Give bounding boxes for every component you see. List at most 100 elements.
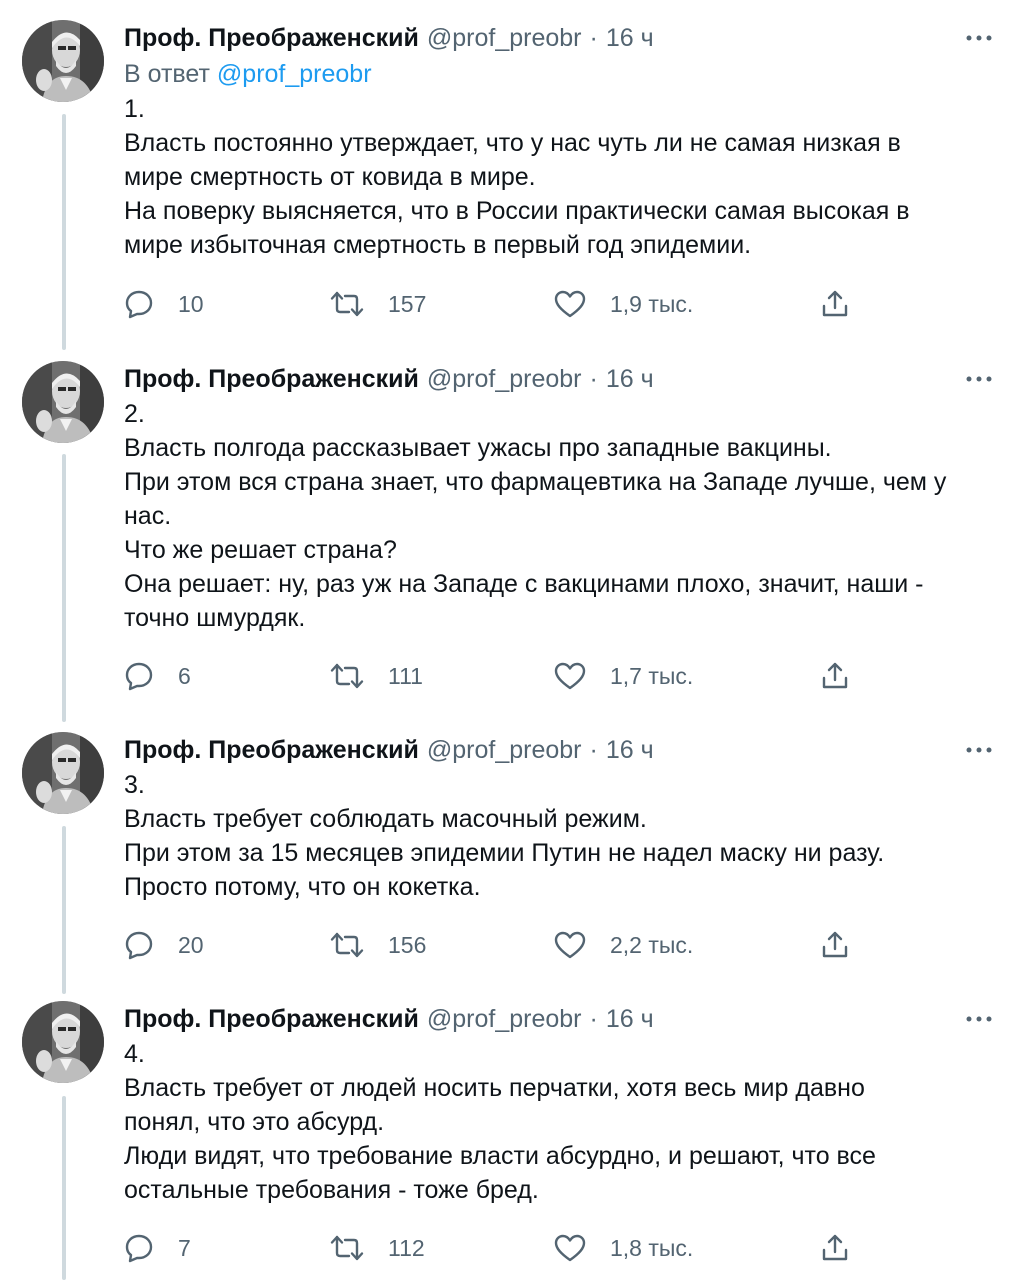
retweet-count: 111 <box>388 662 423 689</box>
share-button[interactable] <box>820 656 850 696</box>
avatar-photo <box>22 1001 104 1083</box>
retweet-button[interactable]: 156 <box>330 925 426 965</box>
author-handle[interactable]: @prof_preobr <box>427 1005 582 1034</box>
retweet-count: 157 <box>388 290 427 317</box>
reply-count: 20 <box>178 931 204 958</box>
more-icon[interactable] <box>958 1007 994 1031</box>
timestamp[interactable]: 16 ч <box>606 24 654 53</box>
thread-line <box>62 1096 66 1280</box>
thread-line <box>62 114 66 350</box>
retweet-button[interactable]: 157 <box>330 284 426 324</box>
like-button[interactable]: 1,8 тыс. <box>554 1228 693 1268</box>
timestamp[interactable]: 16 ч <box>606 365 654 394</box>
retweet-button[interactable]: 112 <box>330 1228 425 1268</box>
reply-mention[interactable]: @prof_preobr <box>217 60 372 88</box>
like-count: 1,8 тыс. <box>610 1234 694 1261</box>
avatar[interactable] <box>22 732 104 814</box>
like-button[interactable]: 1,9 тыс. <box>554 284 693 324</box>
tweet-header: Проф. Преображенский @prof_preobr · 16 ч <box>124 361 994 397</box>
author-name[interactable]: Проф. Преображенский <box>124 24 419 53</box>
like-count: 2,2 тыс. <box>610 931 694 958</box>
separator: · <box>589 1004 598 1033</box>
timestamp[interactable]: 16 ч <box>606 736 654 765</box>
retweet-icon <box>330 290 364 318</box>
retweet-button[interactable]: 111 <box>330 656 423 696</box>
reply-button[interactable]: 10 <box>124 284 204 324</box>
reply-button[interactable]: 20 <box>124 925 204 965</box>
tweet-line: 1. <box>124 95 145 123</box>
share-icon <box>820 1233 850 1263</box>
tweet-line: Она решает: ну, раз уж на Западе с вакци… <box>124 570 924 632</box>
like-button[interactable]: 1,7 тыс. <box>554 656 693 696</box>
avatar[interactable] <box>22 1001 104 1083</box>
more-icon[interactable] <box>958 367 994 391</box>
tweet-thread: Проф. Преображенский @prof_preobr · 16 ч… <box>0 0 1014 1280</box>
retweet-icon <box>330 931 364 959</box>
like-icon <box>554 931 586 959</box>
more-icon[interactable] <box>958 738 994 762</box>
tweet-content: Проф. Преображенский @prof_preobr · 16 ч… <box>124 732 994 904</box>
tweet-line: 2. <box>124 400 145 428</box>
tweet-line: Люди видят, что требование власти абсурд… <box>124 1142 876 1204</box>
tweet-content: Проф. Преображенский @prof_preobr · 16 ч… <box>124 20 994 262</box>
tweet-line: При этом вся страна знает, что фармацевт… <box>124 468 947 530</box>
timestamp[interactable]: 16 ч <box>606 1005 654 1034</box>
reply-button[interactable]: 7 <box>124 1228 191 1268</box>
reply-button[interactable]: 6 <box>124 656 191 696</box>
avatar[interactable] <box>22 20 104 102</box>
like-icon <box>554 662 586 690</box>
reply-count: 6 <box>178 662 191 689</box>
separator: · <box>589 23 598 52</box>
reply-count: 7 <box>178 1234 191 1261</box>
like-button[interactable]: 2,2 тыс. <box>554 925 693 965</box>
thread-line <box>62 454 66 722</box>
share-button[interactable] <box>820 1228 850 1268</box>
share-icon <box>820 930 850 960</box>
reply-icon <box>124 930 154 960</box>
retweet-count: 112 <box>388 1234 425 1261</box>
author-name[interactable]: Проф. Преображенский <box>124 1005 419 1034</box>
author-handle[interactable]: @prof_preobr <box>427 365 582 394</box>
author-handle[interactable]: @prof_preobr <box>427 736 582 765</box>
reply-prefix: В ответ <box>124 60 210 88</box>
avatar[interactable] <box>22 361 104 443</box>
author-name[interactable]: Проф. Преображенский <box>124 736 419 765</box>
retweet-icon <box>330 662 364 690</box>
reply-icon <box>124 661 154 691</box>
share-button[interactable] <box>820 925 850 965</box>
tweet-text: 2. Власть полгода рассказывает ужасы про… <box>124 397 994 635</box>
tweet-text: 1. Власть постоянно утверждает, что у на… <box>124 92 954 262</box>
tweet-header: Проф. Преображенский @prof_preobr · 16 ч <box>124 1001 994 1037</box>
avatar-photo <box>22 20 104 102</box>
reply-count: 10 <box>178 290 204 317</box>
tweet-line: Власть требует соблюдать масочный режим. <box>124 805 647 833</box>
retweet-icon <box>330 1234 364 1262</box>
reply-icon <box>124 289 154 319</box>
tweet-line: Просто потому, что он кокетка. <box>124 873 481 901</box>
separator: · <box>589 364 598 393</box>
tweet-content: Проф. Преображенский @prof_preobr · 16 ч… <box>124 361 994 635</box>
tweet-content: Проф. Преображенский @prof_preobr · 16 ч… <box>124 1001 994 1207</box>
tweet-line: 4. <box>124 1040 145 1068</box>
tweet-line: 3. <box>124 771 145 799</box>
reply-context: В ответ @prof_preobr <box>124 56 994 92</box>
tweet-actions: 10 157 1,9 тыс. <box>124 284 864 324</box>
thread-line <box>62 826 66 994</box>
share-button[interactable] <box>820 284 850 324</box>
like-icon <box>554 290 586 318</box>
author-name[interactable]: Проф. Преображенский <box>124 365 419 394</box>
more-icon[interactable] <box>958 26 994 50</box>
author-handle[interactable]: @prof_preobr <box>427 24 582 53</box>
tweet-line: Власть полгода рассказывает ужасы про за… <box>124 434 832 462</box>
tweet-actions: 20 156 2,2 тыс. <box>124 925 864 965</box>
tweet-actions: 6 111 1,7 тыс. <box>124 656 864 696</box>
avatar-photo <box>22 732 104 814</box>
tweet-text: 4. Власть требует от людей носить перчат… <box>124 1037 924 1207</box>
share-icon <box>820 289 850 319</box>
tweet-line: Что же решает страна? <box>124 536 397 564</box>
like-count: 1,7 тыс. <box>610 662 694 689</box>
share-icon <box>820 661 850 691</box>
retweet-count: 156 <box>388 931 427 958</box>
tweet-header: Проф. Преображенский @prof_preobr · 16 ч <box>124 20 994 56</box>
tweet-text: 3. Власть требует соблюдать масочный реж… <box>124 768 984 904</box>
